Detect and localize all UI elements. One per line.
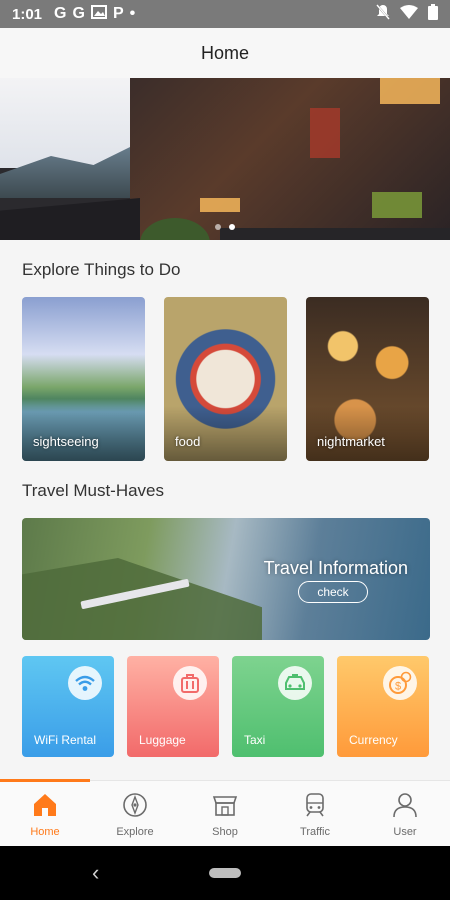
must-haves-title: Travel Must-Haves (22, 481, 165, 500)
tile-wifi-rental[interactable]: WiFi Rental (22, 656, 114, 757)
tile-label: Luggage (139, 733, 186, 747)
bottom-tab-bar: Home Explore Shop Traffic User (0, 779, 450, 847)
luggage-icon (173, 666, 207, 700)
banner-title: Travel Information (263, 558, 408, 578)
dot-icon: • (129, 5, 136, 22)
mute-icon (375, 3, 391, 24)
card-label: nightmarket (317, 434, 385, 449)
system-navigation-bar: ‹ (0, 846, 450, 900)
status-time: 1:01 (12, 5, 43, 23)
svg-text:$: $ (395, 681, 401, 693)
card-label: sightseeing (33, 434, 99, 449)
compass-icon (121, 791, 149, 822)
hero-sign (310, 108, 340, 158)
tab-user[interactable]: User (360, 781, 450, 847)
tab-label: User (393, 825, 417, 838)
status-bar: 1:01 G G P • (0, 0, 450, 28)
tile-currency[interactable]: $ Currency (337, 656, 429, 757)
check-button[interactable]: check (298, 581, 368, 603)
tile-label: Taxi (244, 733, 266, 747)
tab-label: Explore (116, 825, 154, 838)
tile-label: WiFi Rental (34, 733, 97, 747)
back-icon[interactable]: ‹ (92, 860, 99, 886)
tab-home[interactable]: Home (0, 781, 90, 847)
train-icon (301, 791, 329, 822)
tab-label: Home (30, 825, 60, 838)
tab-traffic[interactable]: Traffic (270, 781, 360, 847)
app-header: Home (0, 28, 450, 78)
carousel-dot[interactable] (215, 224, 221, 230)
explore-title: Explore Things to Do (22, 260, 181, 279)
hero-window (200, 198, 240, 212)
google-icon: G (54, 5, 67, 22)
currency-icon: $ (383, 666, 417, 700)
card-nightmarket[interactable]: nightmarket (306, 297, 429, 461)
tile-luggage[interactable]: Luggage (127, 656, 219, 757)
tab-shop[interactable]: Shop (180, 781, 270, 847)
hero-roof (0, 198, 140, 240)
card-label: food (175, 434, 201, 449)
banner-hill (22, 558, 262, 640)
google-icon: G (72, 5, 85, 22)
tab-label: Traffic (300, 825, 330, 838)
photo-icon (90, 4, 107, 24)
shop-icon (211, 791, 239, 822)
tab-explore[interactable]: Explore (90, 781, 180, 847)
active-tab-indicator (0, 779, 90, 782)
taxi-icon (278, 666, 312, 700)
tab-label: Shop (212, 825, 238, 838)
parking-icon: P (112, 5, 124, 22)
wifi-icon (400, 5, 418, 23)
status-notification-icons: G G P • (54, 4, 136, 24)
card-sightseeing[interactable]: sightseeing (22, 297, 145, 461)
carousel-dots (0, 224, 450, 230)
hero-carousel[interactable] (0, 78, 450, 240)
carousel-dot-active[interactable] (229, 224, 235, 230)
battery-icon (428, 4, 438, 24)
user-icon (391, 791, 419, 822)
home-icon (31, 791, 59, 822)
hero-plants (372, 192, 422, 218)
status-right (375, 3, 438, 24)
travel-information-banner[interactable]: Travel Information check (22, 518, 430, 640)
tile-taxi[interactable]: Taxi (232, 656, 324, 757)
home-pill[interactable] (209, 868, 241, 878)
card-food[interactable]: food (164, 297, 287, 461)
page-title: Home (200, 42, 249, 63)
wifi-icon (68, 666, 102, 700)
hero-window (380, 78, 440, 104)
tile-label: Currency (349, 733, 398, 747)
